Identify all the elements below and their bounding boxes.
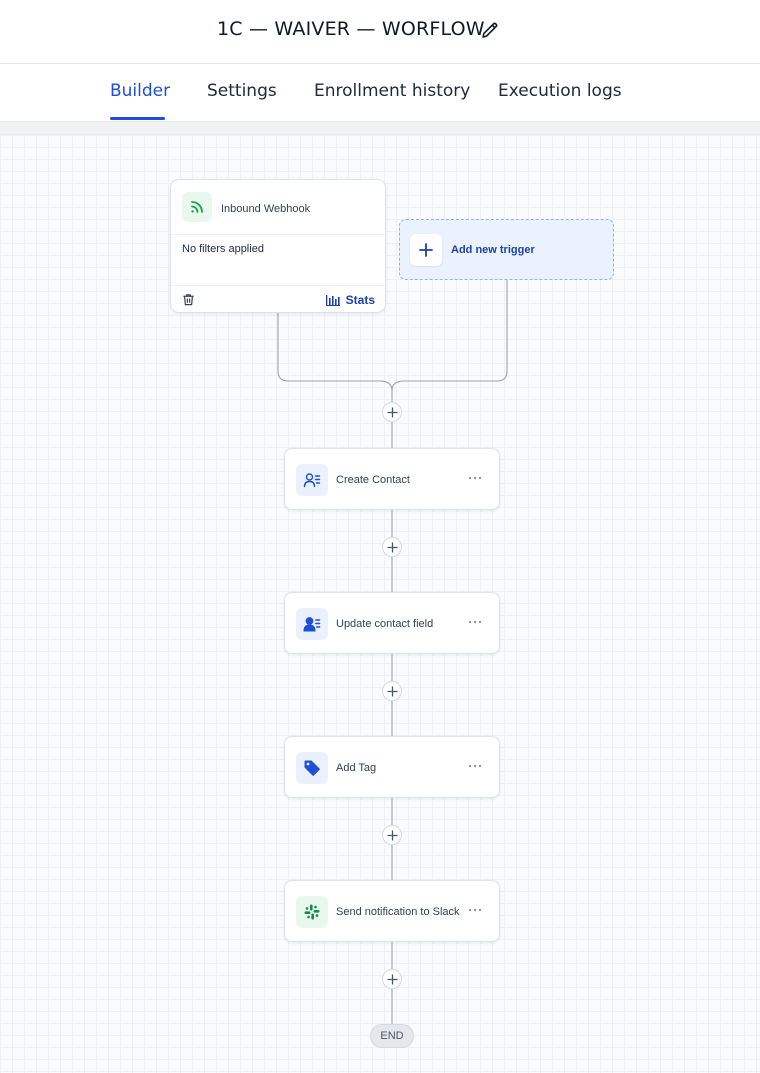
bar-chart-icon <box>325 295 340 306</box>
workflow-header: 1C — WAIVER — WORFLOW <box>0 0 760 64</box>
tab-execution-logs[interactable]: Execution logs <box>498 81 622 101</box>
add-step-button[interactable] <box>382 969 402 989</box>
add-new-trigger-label: Add new trigger <box>451 244 535 256</box>
tab-settings[interactable]: Settings <box>207 81 277 101</box>
trigger-card[interactable]: Inbound Webhook No filters applied Stats <box>170 179 386 313</box>
action-label: Send notification to Slack <box>336 906 460 918</box>
end-node: END <box>370 1024 414 1048</box>
trash-icon[interactable] <box>182 293 195 311</box>
contact-edit-icon <box>296 608 328 640</box>
tag-icon <box>296 752 328 784</box>
workflow-tabs: Builder Settings Enrollment history Exec… <box>0 64 760 122</box>
trigger-card-footer: Stats <box>171 285 385 314</box>
tab-enrollment-history[interactable]: Enrollment history <box>314 81 470 101</box>
more-options-icon[interactable] <box>469 905 483 915</box>
add-step-button[interactable] <box>382 402 402 422</box>
action-label: Create Contact <box>336 474 410 486</box>
add-step-button[interactable] <box>382 681 402 701</box>
more-options-icon[interactable] <box>469 473 483 483</box>
contact-list-icon <box>296 464 328 496</box>
add-new-trigger-button[interactable]: Add new trigger <box>399 219 614 280</box>
action-label: Add Tag <box>336 762 377 774</box>
pencil-edit-icon[interactable] <box>480 20 500 40</box>
action-label: Update contact field <box>336 618 434 630</box>
add-step-button[interactable] <box>382 825 402 845</box>
add-step-button[interactable] <box>382 537 402 557</box>
stats-button[interactable]: Stats <box>325 293 375 307</box>
tab-builder[interactable]: Builder <box>110 81 170 101</box>
workflow-canvas[interactable]: Inbound Webhook No filters applied Stats… <box>0 135 760 1073</box>
workflow-title: 1C — WAIVER — WORFLOW <box>217 18 485 40</box>
canvas-divider <box>0 121 760 135</box>
active-tab-indicator <box>110 117 165 120</box>
action-card-create-contact[interactable]: Create Contact <box>284 448 500 510</box>
more-options-icon[interactable] <box>469 617 483 627</box>
trigger-name: Inbound Webhook <box>221 203 311 215</box>
slack-icon <box>296 896 328 928</box>
action-card-send-slack-notification[interactable]: Send notification to Slack <box>284 880 500 942</box>
more-options-icon[interactable] <box>469 761 483 771</box>
trigger-card-header: Inbound Webhook <box>171 180 385 235</box>
rss-icon <box>182 192 212 222</box>
action-card-update-contact-field[interactable]: Update contact field <box>284 592 500 654</box>
plus-icon <box>410 234 442 266</box>
trigger-filter-text: No filters applied <box>182 243 264 255</box>
action-card-add-tag[interactable]: Add Tag <box>284 736 500 798</box>
stats-label: Stats <box>345 293 375 307</box>
